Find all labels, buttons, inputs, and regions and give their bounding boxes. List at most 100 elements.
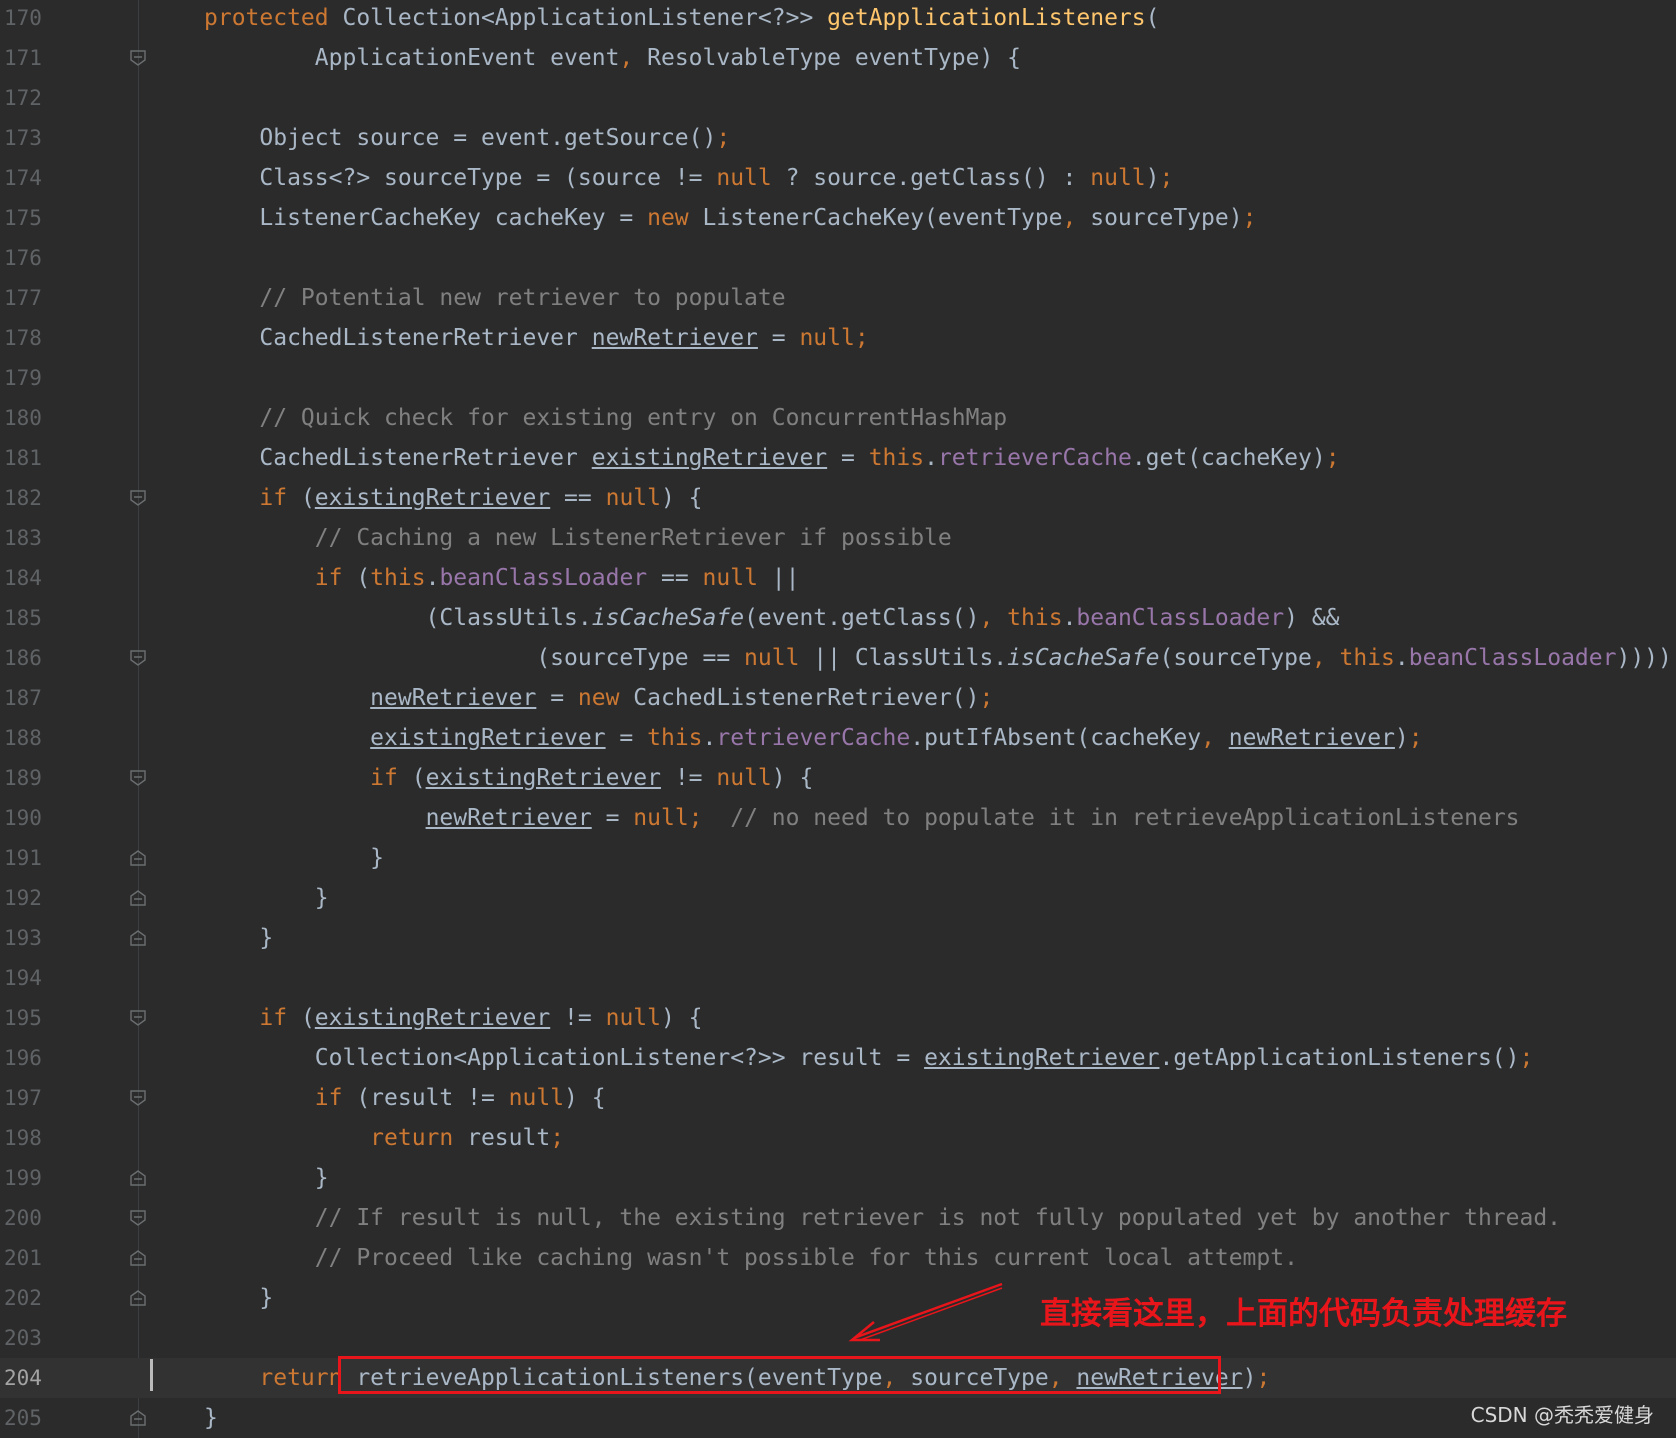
code-text: existingRetriever = this.retrieverCache.… xyxy=(370,725,1423,751)
fold-open-icon[interactable] xyxy=(129,1009,147,1027)
line-number: 204 xyxy=(4,1366,42,1390)
fold-open-icon[interactable] xyxy=(129,649,147,667)
line-number: 201 xyxy=(4,1246,42,1270)
line-number: 203 xyxy=(4,1326,42,1350)
code-line[interactable]: 186 (sourceType == null || ClassUtils.is… xyxy=(0,638,1676,678)
fold-close-icon[interactable] xyxy=(129,1169,147,1187)
line-number: 200 xyxy=(4,1206,42,1230)
code-line[interactable]: 185 (ClassUtils.isCacheSafe(event.getCla… xyxy=(0,598,1676,638)
line-number: 183 xyxy=(4,526,42,550)
code-line[interactable]: 198 return result; xyxy=(0,1118,1676,1158)
code-text: CachedListenerRetriever existingRetrieve… xyxy=(204,445,1340,471)
code-text: // Quick check for existing entry on Con… xyxy=(204,405,1008,431)
code-line[interactable]: 190 newRetriever = null; // no need to p… xyxy=(0,798,1676,838)
code-line[interactable]: 184 if (this.beanClassLoader == null || xyxy=(0,558,1676,598)
code-text: protected Collection<ApplicationListener… xyxy=(204,5,1160,31)
line-number: 180 xyxy=(4,406,42,430)
code-text: Class<?> sourceType = (source != null ? … xyxy=(204,165,1174,191)
code-text: // Caching a new ListenerRetriever if po… xyxy=(204,525,952,551)
code-text: ApplicationEvent event, ResolvableType e… xyxy=(204,45,1021,71)
code-line[interactable]: 197 if (result != null) { xyxy=(0,1078,1676,1118)
annotation-arrow-icon xyxy=(848,1282,1003,1342)
code-line[interactable]: 183 // Caching a new ListenerRetriever i… xyxy=(0,518,1676,558)
code-line[interactable]: 194 xyxy=(0,958,1676,998)
code-line[interactable]: 192 } xyxy=(0,878,1676,918)
line-number: 195 xyxy=(4,1006,42,1030)
code-line[interactable]: 174 Class<?> sourceType = (source != nul… xyxy=(0,158,1676,198)
line-number: 202 xyxy=(4,1286,42,1310)
code-line[interactable]: 199 } xyxy=(0,1158,1676,1198)
code-text: if (existingRetriever != null) { xyxy=(204,765,814,791)
code-line[interactable]: 179 xyxy=(0,358,1676,398)
line-number: 194 xyxy=(4,966,42,990)
fold-close-icon[interactable] xyxy=(129,1289,147,1307)
line-number: 172 xyxy=(4,86,42,110)
code-line[interactable]: 177 // Potential new retriever to popula… xyxy=(0,278,1676,318)
code-text: // If result is null, the existing retri… xyxy=(204,1205,1562,1231)
code-text: if (existingRetriever != null) { xyxy=(204,1005,703,1031)
code-editor[interactable]: 170 protected Collection<ApplicationListe… xyxy=(0,0,1676,1438)
line-number: 188 xyxy=(4,726,42,750)
fold-close-icon[interactable] xyxy=(129,929,147,947)
line-number: 176 xyxy=(4,246,42,270)
code-line[interactable]: 187 newRetriever = new CachedListenerRet… xyxy=(0,678,1676,718)
code-line[interactable]: 195 if (existingRetriever != null) { xyxy=(0,998,1676,1038)
code-line[interactable]: 191 } xyxy=(0,838,1676,878)
code-line[interactable]: 193 } xyxy=(0,918,1676,958)
code-line[interactable]: 181 CachedListenerRetriever existingRetr… xyxy=(0,438,1676,478)
line-number: 191 xyxy=(4,846,42,870)
annotation-label: 直接看这里，上面的代码负责处理缓存 xyxy=(1040,1296,1567,1332)
code-text: if (this.beanClassLoader == null || xyxy=(204,565,800,591)
fold-close-icon[interactable] xyxy=(129,849,147,867)
fold-close-icon[interactable] xyxy=(129,1409,147,1427)
code-text: CachedListenerRetriever newRetriever = n… xyxy=(204,325,869,351)
line-number: 186 xyxy=(4,646,42,670)
line-number: 170 xyxy=(4,6,42,30)
code-line[interactable]: 189 if (existingRetriever != null) { xyxy=(0,758,1676,798)
line-number: 190 xyxy=(4,806,42,830)
code-text: } xyxy=(204,845,385,871)
line-number: 193 xyxy=(4,926,42,950)
code-line[interactable]: 175 ListenerCacheKey cacheKey = new List… xyxy=(0,198,1676,238)
code-line[interactable]: 170 protected Collection<ApplicationListe… xyxy=(0,0,1676,38)
line-number: 171 xyxy=(4,46,42,70)
line-number: 187 xyxy=(4,686,42,710)
line-number: 173 xyxy=(4,126,42,150)
code-line[interactable]: 176 xyxy=(0,238,1676,278)
fold-close-icon[interactable] xyxy=(129,889,147,907)
fold-open-icon[interactable] xyxy=(129,49,147,67)
line-number: 182 xyxy=(4,486,42,510)
code-line[interactable]: 201 // Proceed like caching wasn't possi… xyxy=(0,1238,1676,1278)
fold-close-icon[interactable] xyxy=(129,1249,147,1267)
code-line[interactable]: 178 CachedListenerRetriever newRetriever… xyxy=(0,318,1676,358)
fold-open-icon[interactable] xyxy=(129,489,147,507)
line-number: 175 xyxy=(4,206,42,230)
code-line[interactable]: 188 existingRetriever = this.retrieverCa… xyxy=(0,718,1676,758)
code-text: newRetriever = new CachedListenerRetriev… xyxy=(370,685,994,711)
code-line[interactable]: 180 // Quick check for existing entry on… xyxy=(0,398,1676,438)
code-text: // Potential new retriever to populate xyxy=(204,285,786,311)
code-text: } xyxy=(204,1405,218,1431)
code-text: if (existingRetriever == null) { xyxy=(204,485,703,511)
code-line[interactable]: 173 Object source = event.getSource(); xyxy=(0,118,1676,158)
code-line[interactable]: 196 Collection<ApplicationListener<?>> r… xyxy=(0,1038,1676,1078)
line-number: 192 xyxy=(4,886,42,910)
watermark: CSDN @秃秃爱健身 xyxy=(1470,1403,1654,1427)
code-line[interactable]: 172 xyxy=(0,78,1676,118)
code-line[interactable]: 205} xyxy=(0,1398,1676,1438)
fold-open-icon[interactable] xyxy=(129,769,147,787)
code-line[interactable]: 200 // If result is null, the existing r… xyxy=(0,1198,1676,1238)
line-number: 197 xyxy=(4,1086,42,1110)
line-number: 198 xyxy=(4,1126,42,1150)
line-number: 178 xyxy=(4,326,42,350)
fold-open-icon[interactable] xyxy=(129,1209,147,1227)
line-number: 199 xyxy=(4,1166,42,1190)
text-caret xyxy=(150,1359,153,1391)
code-line[interactable]: 171 ApplicationEvent event, ResolvableTy… xyxy=(0,38,1676,78)
line-number: 177 xyxy=(4,286,42,310)
code-text: // Proceed like caching wasn't possible … xyxy=(204,1245,1298,1271)
code-text: if (result != null) { xyxy=(204,1085,606,1111)
fold-open-icon[interactable] xyxy=(129,1089,147,1107)
code-line[interactable]: 182 if (existingRetriever == null) { xyxy=(0,478,1676,518)
code-text: (sourceType == null || ClassUtils.isCach… xyxy=(204,645,1672,671)
